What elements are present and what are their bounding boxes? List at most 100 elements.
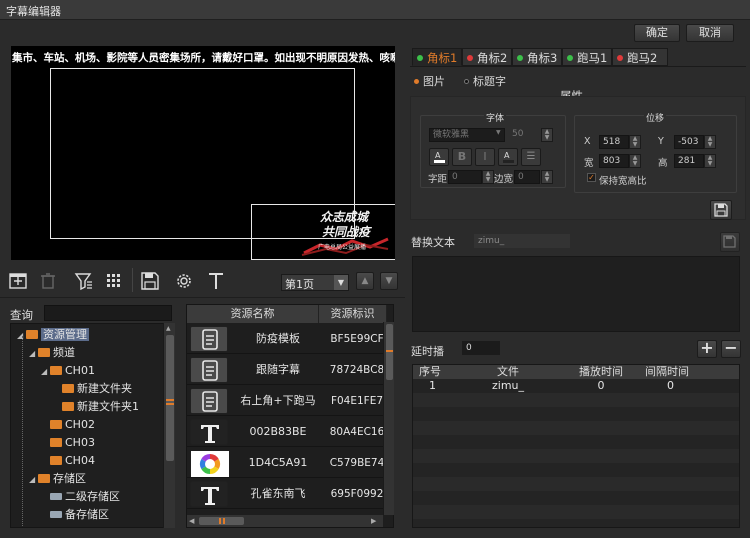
tree-item[interactable]: 新建文件夹1	[53, 398, 139, 416]
tree-item[interactable]: ◢ CH01	[41, 362, 95, 380]
folder-icon	[62, 384, 74, 393]
add-icon[interactable]	[6, 270, 30, 292]
italic-button[interactable]: I	[475, 148, 495, 166]
tab-3[interactable]: 角标3	[512, 48, 562, 66]
font-family-select[interactable]: 微软雅黑	[429, 128, 505, 142]
tree-item[interactable]: CH04	[41, 452, 95, 470]
query-input[interactable]	[44, 305, 172, 321]
cancel-button[interactable]: 取消	[686, 24, 734, 42]
keep-ratio-checkbox[interactable]: ✓	[587, 173, 596, 182]
save-replace-button[interactable]	[720, 232, 740, 252]
col-header-id[interactable]: 资源标识	[319, 305, 387, 323]
tab-2[interactable]: 角标2	[462, 48, 512, 66]
mode-image-radio[interactable]: 图片	[414, 73, 445, 89]
tree-item[interactable]: 二级存储区	[41, 488, 120, 506]
settings-icon[interactable]	[172, 270, 196, 292]
tree-scroll-thumb[interactable]	[166, 335, 174, 461]
resource-row[interactable]: 跟随字幕 78724BC8	[187, 355, 387, 385]
col-header-file[interactable]: 文件	[453, 365, 563, 379]
tree-item[interactable]: ◢ 资源管理	[17, 326, 89, 344]
resource-row[interactable]: 002B83BE 80A4EC16	[187, 417, 387, 447]
page-select[interactable]: 第1页 ▼	[281, 274, 349, 291]
x-stepper[interactable]: ▲ ▼	[629, 135, 641, 149]
tree-item[interactable]: CH03	[41, 434, 95, 452]
collapse-icon[interactable]: ◢	[29, 471, 38, 489]
font-size-stepper[interactable]: ▲ ▼	[541, 128, 553, 142]
scroll-right-icon[interactable]: ▶	[371, 517, 376, 525]
playlist-empty-row[interactable]	[413, 393, 739, 407]
spacing-stepper[interactable]: ▲ ▼	[482, 170, 494, 184]
width-stepper[interactable]: ▲ ▼	[629, 154, 641, 168]
delay-input[interactable]: 0	[462, 341, 500, 355]
playlist-empty-row[interactable]	[413, 477, 739, 491]
mode-title-radio[interactable]: 标题字	[464, 73, 506, 89]
delete-icon[interactable]	[36, 270, 60, 292]
tree-item-label: CH04	[65, 454, 95, 467]
tab-5[interactable]: 跑马2	[612, 48, 668, 66]
filter-icon[interactable]	[72, 270, 96, 292]
move-down-button[interactable]: ▼	[380, 272, 398, 290]
remove-row-button[interactable]: −	[721, 340, 741, 358]
status-dot-icon	[617, 55, 623, 61]
font-color-button[interactable]: A	[429, 148, 449, 166]
tab-4[interactable]: 跑马1	[562, 48, 612, 66]
tree-item[interactable]: CH02	[41, 416, 95, 434]
spacing-input[interactable]: 0	[448, 170, 482, 184]
tab-1[interactable]: 角标1	[412, 48, 462, 66]
playlist-empty-row[interactable]	[413, 519, 739, 527]
save-properties-button[interactable]	[710, 200, 732, 220]
move-up-button[interactable]: ▲	[356, 272, 374, 290]
resource-grid[interactable]: 资源名称 资源标识 防疫模板 BF5E99CF 跟随字幕 78724BC8 右上角+下跑…	[186, 304, 394, 528]
scroll-left-icon[interactable]: ◀	[189, 517, 194, 525]
col-header-no[interactable]: 序号	[413, 365, 453, 379]
grid-scrollbar[interactable]	[383, 322, 394, 515]
playlist-empty-row[interactable]	[413, 407, 739, 421]
margin-input[interactable]: 0	[514, 170, 540, 184]
collapse-icon[interactable]: ◢	[29, 345, 38, 363]
playlist-empty-row[interactable]	[413, 463, 739, 477]
playlist-empty-row[interactable]	[413, 421, 739, 435]
add-row-button[interactable]: +	[697, 340, 717, 358]
grid-scroll-thumb[interactable]	[386, 324, 393, 380]
height-input[interactable]: 281	[674, 154, 704, 168]
playlist-empty-row[interactable]	[413, 449, 739, 463]
tree-item[interactable]: 备存储区	[41, 506, 109, 524]
grid-icon[interactable]	[102, 270, 126, 292]
grid-hscrollbar[interactable]: ◀ ▶	[187, 515, 383, 527]
resource-row[interactable]: 右上角+下跑马 F04E1FE7	[187, 386, 387, 416]
playlist-table[interactable]: 序号 文件 播放时间 间隔时间 1 zimu_ 0 0	[412, 364, 740, 528]
resource-row[interactable]: 防疫模板 BF5E99CF	[187, 324, 387, 354]
resource-tree[interactable]: ◢ 资源管理 ◢ 频道 ◢ CH01 新建文件夹 新建文件夹1 CH02 CH03 CH04 ◢ 存储区…	[10, 323, 166, 528]
tree-item[interactable]: ◢ 频道	[29, 344, 75, 362]
col-header-name[interactable]: 资源名称	[187, 305, 319, 323]
resource-row[interactable]: 孔雀东南飞 695F0992	[187, 479, 387, 509]
margin-stepper[interactable]: ▲ ▼	[541, 170, 553, 184]
align-icon[interactable]: ☰	[521, 148, 541, 166]
playlist-row[interactable]: 1 zimu_ 0 0	[413, 379, 739, 393]
x-input[interactable]: 518	[599, 135, 629, 149]
grid-hscroll-thumb[interactable]	[199, 517, 244, 525]
y-stepper[interactable]: ▲ ▼	[704, 135, 716, 149]
col-header-interval[interactable]: 间隔时间	[639, 365, 723, 379]
ok-button[interactable]: 确定	[634, 24, 680, 42]
scroll-up-icon[interactable]: ▲	[166, 325, 174, 333]
replace-text-area[interactable]	[412, 256, 740, 332]
tree-item[interactable]: 新建文件夹	[53, 380, 132, 398]
col-header-play[interactable]: 播放时间	[563, 365, 639, 379]
height-stepper[interactable]: ▲ ▼	[704, 154, 716, 168]
resource-row[interactable]: 1D4C5A91 C579BE74	[187, 448, 387, 478]
width-input[interactable]: 803	[599, 154, 629, 168]
font-size-value[interactable]: 50	[512, 129, 523, 139]
playlist-empty-row[interactable]	[413, 505, 739, 519]
replace-text-input[interactable]: zimu_	[474, 234, 570, 248]
collapse-icon[interactable]: ◢	[41, 363, 50, 381]
playlist-empty-row[interactable]	[413, 491, 739, 505]
background-color-button[interactable]: A	[498, 148, 518, 166]
tree-scrollbar[interactable]: ▲	[163, 323, 175, 528]
y-input[interactable]: -503	[674, 135, 704, 149]
text-icon[interactable]	[204, 270, 228, 292]
bold-button[interactable]: B	[452, 148, 472, 166]
tree-item[interactable]: ◢ 存储区	[29, 470, 86, 488]
save-icon[interactable]	[138, 270, 162, 292]
playlist-empty-row[interactable]	[413, 435, 739, 449]
